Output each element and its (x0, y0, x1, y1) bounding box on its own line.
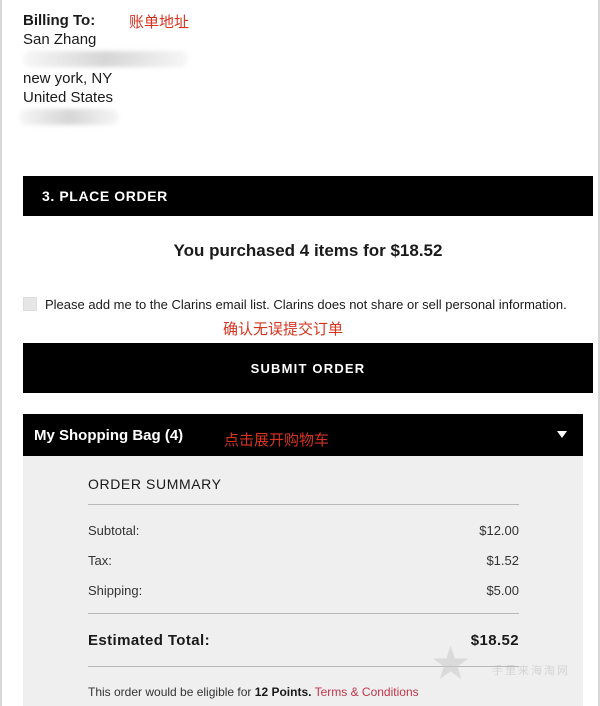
summary-label: Tax: (88, 553, 112, 568)
summary-row-shipping: Shipping: $5.00 (88, 583, 519, 598)
divider (88, 613, 519, 614)
submit-order-button[interactable]: SUBMIT ORDER (23, 343, 593, 393)
submit-order-label: SUBMIT ORDER (250, 361, 366, 376)
page-border-left (0, 0, 2, 706)
watermark-text: 手里来海淘网 (492, 664, 570, 677)
email-optin-label: Please add me to the Clarins email list.… (45, 297, 567, 312)
summary-label: Shipping: (88, 583, 143, 598)
purchase-summary: You purchased 4 items for $18.52 (173, 241, 443, 260)
email-optin: Please add me to the Clarins email list.… (23, 297, 583, 313)
place-order-title: 3. PLACE ORDER (42, 188, 168, 204)
annotation-submit: 确认无误提交订单 (223, 320, 344, 338)
points-value: 12 Points. (254, 685, 312, 699)
points-eligibility: This order would be eligible for 12 Poin… (88, 685, 419, 699)
annotation-billing: 账单地址 (129, 13, 190, 31)
redacted-address-line (23, 51, 188, 67)
summary-row-subtotal: Subtotal: $12.00 (88, 523, 519, 538)
watermark: ★ 手里来海淘网 (430, 640, 595, 700)
summary-value: $1.52 (486, 553, 519, 568)
estimated-total-label: Estimated Total: (88, 632, 210, 649)
summary-value: $12.00 (479, 523, 519, 538)
redacted-phone-line (19, 109, 119, 125)
summary-label: Subtotal: (88, 523, 140, 538)
order-summary-title: ORDER SUMMARY (88, 476, 222, 492)
billing-name: San Zhang (23, 31, 97, 48)
email-optin-checkbox[interactable] (23, 297, 37, 311)
annotation-expand-cart: 点击展开购物车 (224, 431, 330, 449)
billing-country: United States (23, 89, 114, 106)
summary-value: $5.00 (486, 583, 519, 598)
points-prefix: This order would be eligible for (88, 685, 252, 699)
terms-link[interactable]: Terms & Conditions (315, 685, 419, 699)
place-order-header: 3. PLACE ORDER (23, 176, 593, 216)
star-icon: ★ (430, 637, 472, 689)
shopping-bag-title: My Shopping Bag (4) (34, 427, 184, 444)
summary-row-tax: Tax: $1.52 (88, 553, 519, 568)
caret-down-icon[interactable] (557, 431, 567, 438)
divider (88, 504, 519, 505)
billing-city: new york, NY (23, 70, 113, 87)
